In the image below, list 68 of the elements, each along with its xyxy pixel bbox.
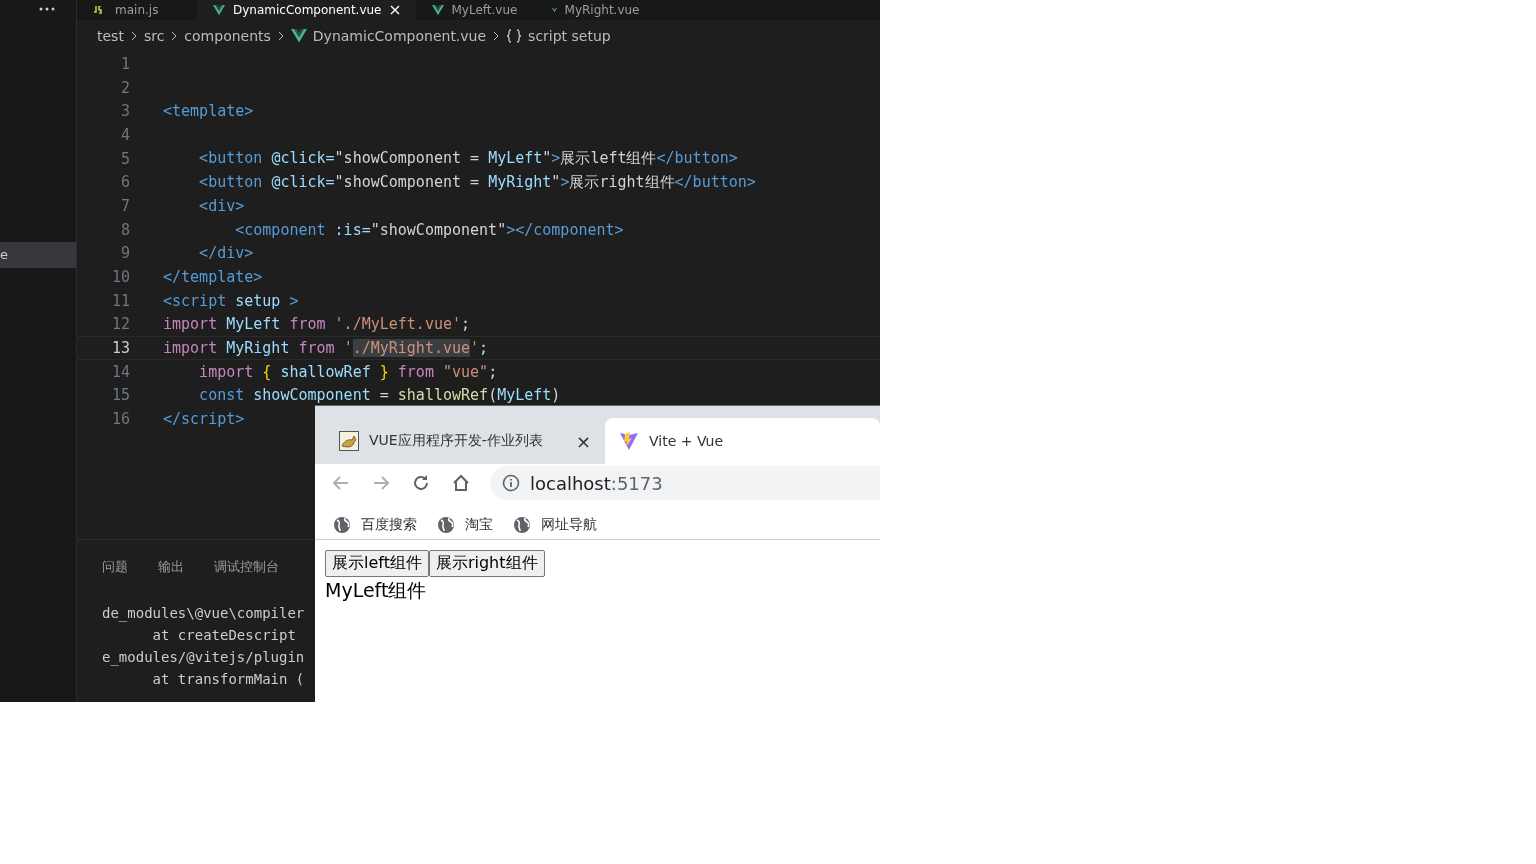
code-line: const showComponent = shallowRef(MyLeft): [198, 386, 561, 405]
panel-tab[interactable]: 输出: [158, 558, 184, 576]
code-line: <script setup >: [163, 291, 299, 310]
line-number: 14: [110, 362, 131, 381]
vue-logo-icon: [431, 4, 444, 16]
code-line: import { shallowRef } from "vue";: [198, 362, 498, 381]
code-line: </div>: [198, 244, 254, 263]
browser-tab[interactable]: VUE应用程序开发-作业列表 ×: [325, 418, 605, 464]
code-line: import MyLeft from './MyLeft.vue';: [163, 315, 471, 334]
editor-tab[interactable]: DynamicComponent.vue: [197, 0, 416, 20]
line-number: 7: [119, 196, 131, 215]
panel-tab[interactable]: 问题: [102, 558, 128, 576]
line-number: 13: [110, 339, 131, 358]
code-line: </template>: [163, 268, 263, 287]
url-text: localhost:5173: [530, 472, 663, 494]
browser-tab[interactable]: Vite + Vue: [605, 418, 880, 464]
line-number: 4: [119, 125, 131, 144]
code-line: </script>: [163, 410, 245, 429]
chevron-icon: [170, 31, 179, 41]
breadcrumb-item[interactable]: script setup: [528, 28, 611, 44]
sidebar-item[interactable]: e: [0, 242, 76, 268]
component-text: MyLeft组件: [325, 578, 428, 603]
bookmark[interactable]: 百度搜索: [333, 515, 417, 534]
page-button[interactable]: 展示left组件: [325, 550, 429, 577]
line-number: 12: [110, 315, 131, 334]
chevron-icon: [129, 31, 138, 41]
globe-icon: [333, 515, 351, 534]
vue-logo-icon: [290, 29, 307, 43]
panel-tab[interactable]: 调试控制台: [214, 558, 279, 576]
chevron-icon: [276, 31, 285, 41]
info-icon[interactable]: [502, 474, 520, 492]
address-bar[interactable]: localhost:5173: [490, 466, 880, 500]
breadcrumb-item[interactable]: test: [97, 28, 124, 44]
line-number: 6: [119, 173, 131, 192]
bookmark[interactable]: 淘宝: [437, 515, 493, 534]
line-number: 9: [119, 244, 131, 263]
line-number: 5: [119, 149, 131, 168]
code-line: <template>: [163, 102, 254, 121]
line-number: 11: [110, 291, 131, 310]
globe-icon: [513, 515, 531, 534]
breadcrumb-item[interactable]: components: [184, 28, 271, 44]
breadcrumb-item[interactable]: src: [143, 28, 165, 44]
close-icon[interactable]: [389, 5, 400, 15]
line-number: 8: [119, 220, 131, 239]
output-line: e_modules/@vitejs/plugin: [102, 648, 306, 668]
code-line: <button @click="showComponent = MyRight">展示right组件</button>: [198, 172, 756, 192]
breadcrumb-item[interactable]: DynamicComponent.vue: [312, 28, 487, 44]
output-line: at transformMain (: [151, 670, 306, 689]
line-number: 16: [110, 410, 131, 429]
chevron-icon: [492, 31, 501, 41]
close-icon[interactable]: ×: [575, 430, 591, 452]
output-line: de_modules\@vue\compiler: [102, 604, 306, 624]
vite-logo-icon: [619, 431, 639, 451]
line-number: 15: [110, 386, 131, 405]
code-line: <component :is="showComponent"></component>: [234, 220, 624, 239]
line-number: 1: [119, 54, 131, 73]
braces-icon: [506, 29, 523, 43]
vue-logo-icon: [213, 4, 225, 16]
output-line: at createDescript: [151, 626, 297, 645]
code-line: <div>: [198, 196, 245, 215]
line-number: 10: [110, 268, 131, 287]
line-number: 3: [119, 102, 131, 121]
line-number: 2: [119, 78, 131, 97]
code-line: <button @click="showComponent = MyLeft">展示left组件</button>: [198, 149, 738, 169]
globe-icon: [437, 515, 455, 534]
code-line: import MyRight from './MyRight.vue';: [163, 339, 489, 358]
bookmark[interactable]: 网址导航: [513, 515, 597, 534]
page-button[interactable]: 展示right组件: [428, 550, 545, 577]
